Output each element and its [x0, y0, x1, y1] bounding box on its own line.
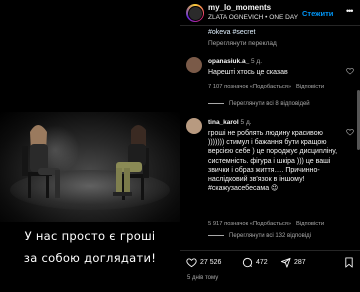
comment-bubble-icon [242, 257, 253, 267]
view-replies-label: Переглянути всі 8 відповідей [229, 101, 310, 107]
post-header: my_lo_moments ZLATA OGNEVICH • ONE DAY С… [180, 0, 360, 26]
comment-header: opanasiuk.a_ 5 д. [208, 57, 338, 66]
view-replies-button[interactable]: Переглянути всі 132 відповіді [208, 233, 311, 239]
view-replies-label: Переглянути всі 132 відповіді [229, 233, 311, 239]
comment-reply-button[interactable]: Відповісти [296, 84, 324, 90]
comment-like-heart-icon[interactable] [346, 67, 354, 75]
comment-header: tina_karol 5 д. [208, 118, 338, 127]
share-action[interactable]: 287 [280, 256, 306, 268]
comment-avatar[interactable] [186, 118, 202, 134]
comment-likes-count[interactable]: 5 917 позначок «Подобається» [208, 221, 291, 227]
instagram-post-window: У нас просто є гроші за собою доглядати!… [0, 0, 360, 292]
audio-subtitle[interactable]: ZLATA OGNEVICH • ONE DAY [208, 14, 298, 21]
comment-meta: 5 917 позначок «Подобається» Відповісти [208, 221, 324, 227]
comments-count: 472 [256, 258, 268, 266]
post-actions-bar: 27 526 472 287 [180, 250, 360, 270]
comment-avatar[interactable] [186, 57, 202, 73]
see-translation-link[interactable]: Переглянути переклад [208, 40, 277, 47]
post-hashtags[interactable]: #okeva #secret [208, 29, 255, 36]
comment-time: 5 д. [240, 119, 252, 126]
post-side-panel: my_lo_moments ZLATA OGNEVICH • ONE DAY С… [180, 0, 360, 292]
more-dots-icon[interactable]: ••• [346, 6, 354, 16]
comment-username[interactable]: opanasiuk.a_ [208, 58, 249, 65]
comment-text: гроші не роблять людину красивою )))))))… [208, 130, 338, 193]
comment-username[interactable]: tina_karol [208, 119, 239, 126]
comment-text: Нарешті хтось це сказав [208, 69, 288, 76]
view-replies-button[interactable]: Переглянути всі 8 відповідей [208, 101, 310, 107]
comment-time: 5 д. [251, 58, 263, 65]
share-send-icon [280, 257, 291, 268]
likes-count: 27 526 [200, 258, 222, 266]
heart-icon [186, 257, 197, 267]
like-action[interactable]: 27 526 [186, 256, 221, 268]
comments-list[interactable]: #okeva #secret Переглянути переклад opan… [180, 27, 360, 249]
author-username[interactable]: my_lo_moments [208, 3, 271, 12]
video-caption-line-1: У нас просто є гроші [24, 229, 156, 243]
follow-button[interactable]: Стежити [302, 9, 333, 18]
shares-count: 287 [294, 258, 306, 266]
reel-video[interactable]: У нас просто є гроші за собою доглядати! [0, 0, 180, 292]
comment-like-heart-icon[interactable] [346, 128, 354, 136]
replies-dash [208, 234, 224, 236]
save-action[interactable] [344, 256, 357, 268]
video-caption-line-2: за собою доглядати! [23, 251, 157, 265]
bookmark-icon [345, 256, 353, 268]
author-avatar-image [187, 5, 203, 21]
replies-dash [208, 102, 224, 104]
post-date: 5 днів тому [187, 275, 219, 281]
comment-reply-button[interactable]: Відповісти [296, 221, 324, 227]
comment-meta: 7 107 позначок «Подобається» Відповісти [208, 84, 324, 90]
author-avatar[interactable] [186, 4, 204, 22]
comment-likes-count[interactable]: 7 107 позначок «Подобається» [208, 84, 291, 90]
video-scene-figures [22, 125, 149, 200]
comment-action[interactable]: 472 [242, 256, 268, 268]
